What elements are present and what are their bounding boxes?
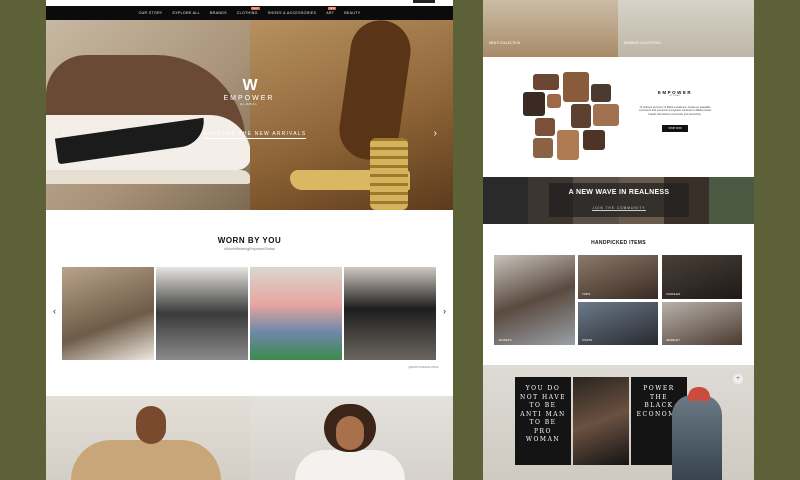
- community-banner: A NEW WAVE IN REALNESS JOIN THE COMMUNIT…: [483, 177, 754, 224]
- logo-sub: GLOBAL: [239, 102, 258, 106]
- category-label: CANDLES: [666, 292, 681, 296]
- brand-mission: EMPOWER GLOBAL To build an economy of Bl…: [635, 90, 715, 134]
- sweater-shape: [295, 450, 405, 480]
- nav-our-story[interactable]: OUR STORY: [139, 11, 163, 15]
- poster-text: YOU DO NOT HAVE TO BE ANTI MAN TO BE PRO…: [519, 385, 567, 443]
- face-shape: [336, 416, 364, 450]
- collage-tile: [583, 130, 605, 150]
- mens-collection-image[interactable]: [46, 396, 250, 480]
- section-title: WORN BY YOU: [217, 236, 282, 245]
- right-page-preview: MEN'S COLLECTION WOMEN'S COLLECTION EMPO…: [483, 0, 754, 480]
- collage-tile: [557, 130, 579, 160]
- collage-tile: [533, 74, 559, 90]
- nav-art[interactable]: ART NEW: [326, 7, 337, 15]
- coat-shape: [71, 440, 221, 480]
- handpicked-title: HANDPICKED ITEMS: [591, 240, 646, 246]
- walking-figure: [672, 395, 722, 480]
- left-page-preview: OUR STORY EXPLORE ALL BRANDS CLOTHING NEW…: [46, 0, 453, 480]
- carousel-next-icon[interactable]: ›: [443, 306, 446, 316]
- mens-collection-label: MEN'S COLLECTION: [489, 41, 521, 45]
- womens-collection-image[interactable]: [250, 396, 453, 480]
- brand-sub: GLOBAL: [669, 95, 681, 97]
- art-prints-section: YOU DO NOT HAVE TO BE ANTI MAN TO BE PRO…: [483, 365, 754, 480]
- category-jackets[interactable]: JACKETS: [494, 255, 575, 345]
- logo-word: EMPOWER: [223, 95, 275, 102]
- sneaker-sole: [46, 170, 250, 184]
- nav-art-label: ART: [326, 11, 335, 15]
- category-candles[interactable]: CANDLES: [662, 255, 742, 299]
- collage-tile: [591, 84, 611, 102]
- new-badge: NEW: [327, 7, 337, 10]
- hero-logo: W EMPOWER GLOBAL: [214, 77, 284, 106]
- hero-prev-arrow-icon[interactable]: ‹: [62, 128, 65, 139]
- explore-new-arrivals-link[interactable]: EXPLORE THE NEW ARRIVALS: [204, 131, 307, 139]
- print-poster[interactable]: [573, 377, 629, 465]
- main-nav: OUR STORY EXPLORE ALL BRANDS CLOTHING NEW…: [46, 6, 453, 20]
- worn-by-you-section: WORN BY YOU #WorthWearingEmpowerGlobal ‹…: [46, 210, 453, 396]
- ugc-photo[interactable]: [250, 267, 342, 360]
- category-label: TOPS: [582, 292, 591, 296]
- category-coats[interactable]: COATS: [578, 302, 658, 345]
- mens-collection-tile[interactable]: MEN'S COLLECTION: [483, 0, 618, 57]
- print-poster[interactable]: YOU DO NOT HAVE TO BE ANTI MAN TO BE PRO…: [515, 377, 571, 465]
- community-title: A NEW WAVE IN REALNESS: [568, 189, 670, 196]
- shop-now-button[interactable]: SHOP NOW: [662, 124, 688, 132]
- ugc-photo[interactable]: [344, 267, 436, 360]
- carousel-prev-icon[interactable]: ‹: [53, 306, 56, 316]
- category-tops[interactable]: TOPS: [578, 255, 658, 299]
- category-label: COATS: [582, 338, 593, 342]
- brand-mission-section: EMPOWER GLOBAL To build an economy of Bl…: [483, 57, 754, 177]
- logo-mark-icon: W: [242, 77, 257, 94]
- handpicked-section: HANDPICKED ITEMS JACKETS TOPS CANDLES CO…: [483, 224, 754, 363]
- hero-sneaker-image: [46, 20, 250, 210]
- collection-tiles: MEN'S COLLECTION WOMEN'S COLLECTION: [483, 0, 754, 57]
- hero-heel-image: [250, 20, 453, 210]
- nav-shoes-accessories[interactable]: SHOES & ACCESSORIES: [268, 11, 316, 15]
- nav-explore-all[interactable]: EXPLORE ALL: [173, 11, 200, 15]
- collage-tile: [547, 94, 561, 108]
- collage-tile: [593, 104, 619, 126]
- new-badge: NEW: [251, 7, 260, 10]
- category-label: JEWELRY: [666, 338, 681, 342]
- ugc-photo[interactable]: [62, 267, 154, 360]
- hashtag: #WorthWearingEmpowerGlobal: [224, 247, 275, 251]
- ugc-photo[interactable]: [156, 267, 248, 360]
- community-photo: [708, 177, 754, 224]
- nav-brands[interactable]: BRANDS: [210, 11, 227, 15]
- womens-collection-label: WOMEN'S COLLECTION: [624, 41, 661, 45]
- collection-split: [46, 396, 453, 480]
- top-bar: [46, 0, 453, 6]
- collage-tile: [523, 92, 545, 116]
- collage-tile: [563, 72, 589, 102]
- cart-button[interactable]: [413, 0, 435, 3]
- collage-tile: [571, 104, 591, 128]
- ugc-carousel: [62, 267, 436, 360]
- mission-text: To build an economy of Black excellence.…: [638, 106, 712, 116]
- womens-collection-tile[interactable]: WOMEN'S COLLECTION: [618, 0, 754, 57]
- collage-tile: [535, 118, 555, 136]
- head-shape: [136, 406, 166, 444]
- join-community-link[interactable]: JOIN THE COMMUNITY: [592, 206, 646, 211]
- plus-icon[interactable]: +: [733, 374, 743, 384]
- community-overlay: A NEW WAVE IN REALNESS JOIN THE COMMUNIT…: [549, 183, 689, 217]
- face-collage: [523, 72, 621, 160]
- category-jewelry[interactable]: JEWELRY: [662, 302, 742, 345]
- nav-clothing-label: CLOTHING: [236, 11, 258, 15]
- community-photo: [483, 177, 529, 224]
- nav-clothing[interactable]: CLOTHING NEW: [236, 7, 260, 15]
- hero-banner: W EMPOWER GLOBAL EXPLORE THE NEW ARRIVAL…: [46, 20, 453, 210]
- category-label: JACKETS: [498, 338, 512, 342]
- nav-beauty[interactable]: BEAUTY: [344, 11, 360, 15]
- instagram-handle[interactable]: @EMPOWERGLOBAL: [408, 365, 439, 369]
- collage-tile: [533, 138, 553, 158]
- spiral-heel-shape: [370, 138, 408, 210]
- red-cap: [688, 387, 710, 401]
- hero-next-arrow-icon[interactable]: ›: [434, 128, 437, 139]
